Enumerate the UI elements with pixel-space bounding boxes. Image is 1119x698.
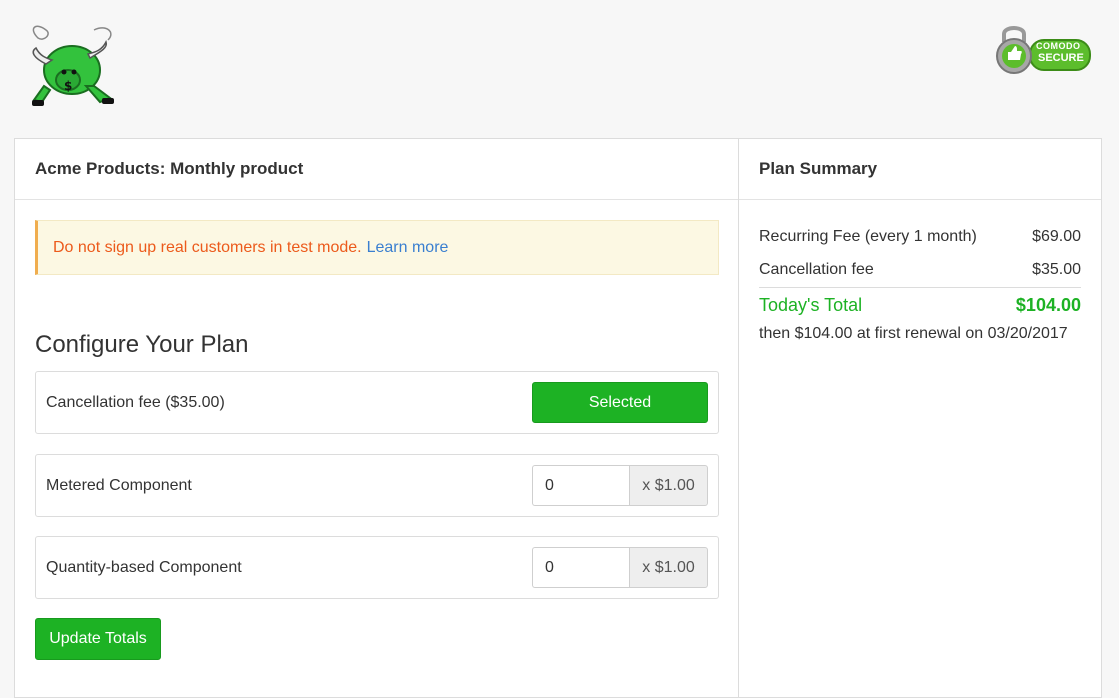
component-label: Metered Component (46, 476, 192, 494)
badge-line2: SECURE (1038, 52, 1084, 64)
product-title: Acme Products: Monthly product (15, 139, 738, 200)
component-label: Quantity-based Component (46, 558, 242, 576)
summary-line-label: Cancellation fee (759, 261, 874, 278)
todays-total-row: Today's Total $104.00 (759, 295, 1081, 316)
renewal-note: then $104.00 at first renewal on 03/20/2… (759, 325, 1068, 342)
update-totals-button[interactable]: Update Totals (35, 618, 161, 660)
metered-quantity-input[interactable] (532, 465, 629, 506)
quantity-based-quantity-group: x $1.00 (532, 547, 708, 588)
bull-logo: $ (32, 25, 114, 106)
badge-line1: COMODO (1036, 41, 1081, 51)
plan-config-panel: Acme Products: Monthly product Do not si… (14, 138, 739, 698)
test-mode-alert: Do not sign up real customers in test mo… (35, 220, 719, 275)
top-bar: $ COMODO SECURE (0, 0, 1119, 138)
configure-plan-heading: Configure Your Plan (35, 331, 249, 358)
component-row-metered: Metered Component x $1.00 (35, 454, 719, 517)
component-label: Cancellation fee ($35.00) (46, 393, 225, 411)
component-row-cancellation-fee: Cancellation fee ($35.00) Selected (35, 371, 719, 434)
svg-text:$: $ (64, 79, 72, 93)
plan-summary-panel: Plan Summary Recurring Fee (every 1 mont… (738, 138, 1102, 698)
summary-line-label: Recurring Fee (every 1 month) (759, 228, 977, 245)
learn-more-link[interactable]: Learn more (367, 239, 449, 257)
summary-line-recurring: Recurring Fee (every 1 month) $69.00 (759, 228, 1081, 246)
component-row-quantity-based: Quantity-based Component x $1.00 (35, 536, 719, 599)
metered-quantity-group: x $1.00 (532, 465, 708, 506)
unit-price-addon: x $1.00 (629, 547, 708, 588)
todays-total-amount: $104.00 (1015, 295, 1081, 315)
summary-line-amount: $35.00 (1032, 261, 1081, 278)
plan-summary-title: Plan Summary (739, 139, 1101, 200)
summary-divider (759, 287, 1081, 288)
unit-price-addon: x $1.00 (629, 465, 708, 506)
summary-line-cancellation: Cancellation fee $35.00 (759, 261, 1081, 279)
todays-total-label: Today's Total (759, 295, 863, 315)
quantity-based-quantity-input[interactable] (532, 547, 629, 588)
summary-line-amount: $69.00 (1032, 228, 1081, 245)
comodo-secure-badge: COMODO SECURE (994, 20, 1092, 76)
selected-button[interactable]: Selected (532, 382, 708, 423)
alert-text: Do not sign up real customers in test mo… (53, 238, 362, 256)
